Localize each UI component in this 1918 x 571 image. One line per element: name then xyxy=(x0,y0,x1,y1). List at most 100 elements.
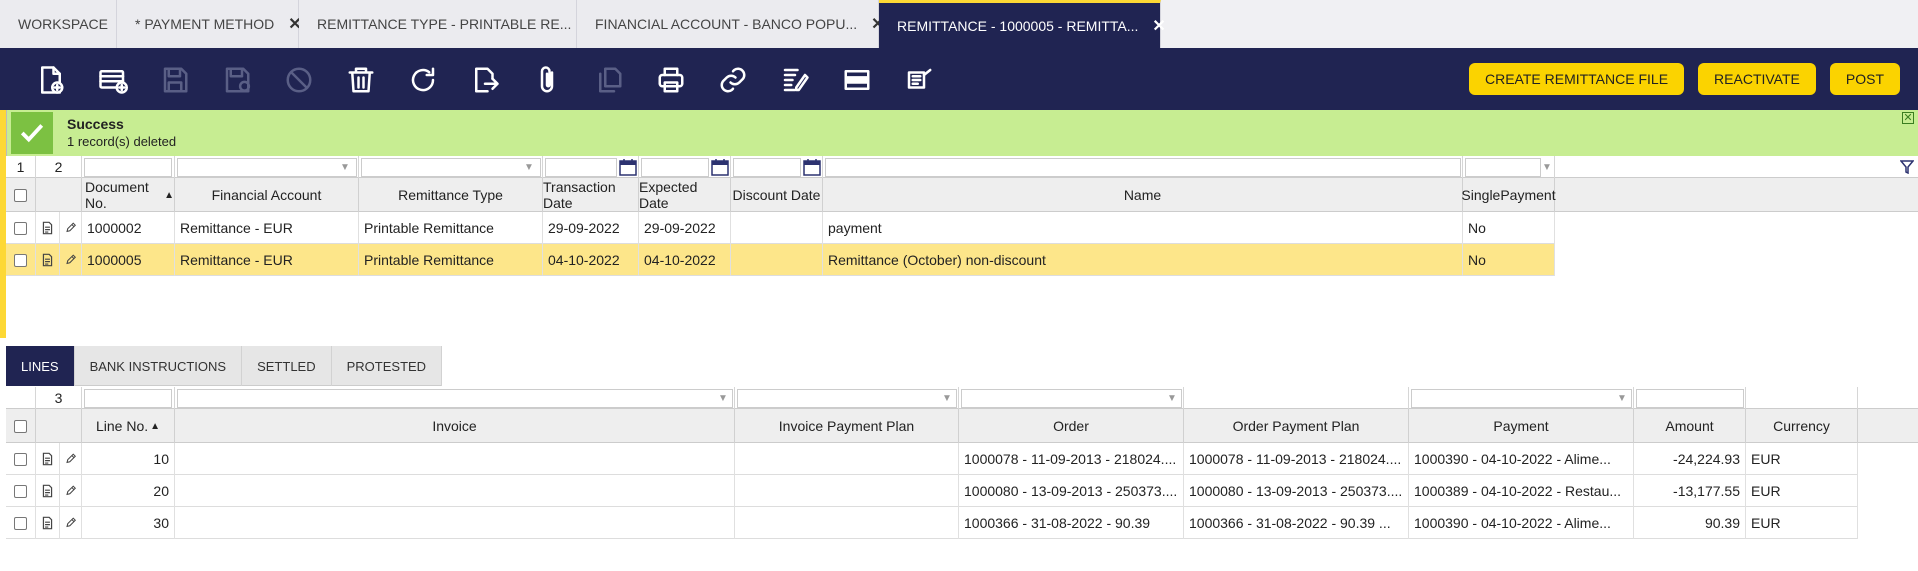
row-checkbox[interactable] xyxy=(14,484,27,498)
new-document-icon[interactable] xyxy=(20,50,82,110)
toggle-view-icon[interactable] xyxy=(826,50,888,110)
filter-amount[interactable] xyxy=(1636,389,1744,408)
save-icon[interactable] xyxy=(144,50,206,110)
tab-payment-method[interactable]: * PAYMENT METHOD ✕ xyxy=(117,0,302,48)
filter-document-no[interactable] xyxy=(84,158,172,177)
form-view-icon[interactable] xyxy=(36,507,60,539)
column-transaction-date[interactable]: Transaction Date xyxy=(543,178,639,212)
cell-remittance-type: Printable Remittance xyxy=(359,244,543,276)
filter-invoice-payment-plan[interactable] xyxy=(737,389,957,408)
table-row[interactable]: 30 1000366 - 31-08-2022 - 90.39 1000366 … xyxy=(6,507,1858,539)
table-row-selected[interactable]: 1000005 Remittance - EUR Printable Remit… xyxy=(6,244,1555,276)
reactivate-button[interactable]: REACTIVATE xyxy=(1698,63,1816,95)
column-invoice-payment-plan[interactable]: Invoice Payment Plan xyxy=(735,409,959,443)
tab-workspace[interactable]: WORKSPACE xyxy=(0,0,117,48)
notes-icon[interactable] xyxy=(888,50,950,110)
filter-financial-account[interactable] xyxy=(177,158,357,177)
tab-settled[interactable]: SETTLED xyxy=(242,346,332,386)
tab-remittance[interactable]: REMITTANCE - 1000005 - REMITTA... ✕ xyxy=(879,0,1166,48)
cell-order: 1000080 - 13-09-2013 - 250373.... xyxy=(959,475,1184,507)
column-name[interactable]: Name xyxy=(823,178,1463,212)
table-row[interactable]: 10 1000078 - 11-09-2013 - 218024.... 100… xyxy=(6,443,1858,475)
message-title: Success xyxy=(67,116,124,132)
select-all-checkbox[interactable] xyxy=(14,419,27,433)
filter-name[interactable] xyxy=(825,158,1461,177)
audit-icon[interactable] xyxy=(764,50,826,110)
chevron-down-icon[interactable]: ▼ xyxy=(939,389,955,407)
tab-lines[interactable]: LINES xyxy=(6,346,75,386)
attachment-icon[interactable] xyxy=(516,50,578,110)
row-checkbox[interactable] xyxy=(14,221,27,235)
filter-discount-date[interactable] xyxy=(733,158,801,177)
column-financial-account[interactable]: Financial Account xyxy=(175,178,359,212)
column-single-payment[interactable]: SinglePayment xyxy=(1461,178,1556,212)
chevron-down-icon[interactable]: ▼ xyxy=(1539,158,1555,176)
filter-payment[interactable] xyxy=(1411,389,1632,408)
close-icon[interactable]: ✕ xyxy=(1152,16,1165,36)
column-line-no[interactable]: Line No. ▲ xyxy=(82,409,175,443)
form-view-icon[interactable] xyxy=(36,475,60,507)
undo-icon[interactable] xyxy=(268,50,330,110)
filter-line-no[interactable] xyxy=(84,389,172,408)
record-count: 2 xyxy=(36,156,82,178)
filter-invoice[interactable] xyxy=(177,389,733,408)
cell-currency: EUR xyxy=(1746,443,1858,475)
tab-protested[interactable]: PROTESTED xyxy=(332,346,443,386)
column-expected-date[interactable]: Expected Date xyxy=(639,178,731,212)
delete-icon[interactable] xyxy=(330,50,392,110)
tab-bank-instructions[interactable]: BANK INSTRUCTIONS xyxy=(75,346,243,386)
column-order-payment-plan[interactable]: Order Payment Plan xyxy=(1184,409,1409,443)
refresh-icon[interactable] xyxy=(392,50,454,110)
calendar-icon[interactable] xyxy=(619,158,637,176)
export-icon[interactable] xyxy=(454,50,516,110)
cell-currency: EUR xyxy=(1746,475,1858,507)
chevron-down-icon[interactable]: ▼ xyxy=(1614,389,1630,407)
filter-order[interactable] xyxy=(961,389,1182,408)
column-currency[interactable]: Currency xyxy=(1746,409,1858,443)
chevron-down-icon[interactable]: ▼ xyxy=(1164,389,1180,407)
calendar-icon[interactable] xyxy=(711,158,729,176)
table-row[interactable]: 1000002 Remittance - EUR Printable Remit… xyxy=(6,212,1555,244)
column-invoice[interactable]: Invoice xyxy=(175,409,735,443)
chevron-down-icon[interactable]: ▼ xyxy=(715,389,731,407)
row-checkbox[interactable] xyxy=(14,516,27,530)
filter-expected-date[interactable] xyxy=(641,158,709,177)
column-payment[interactable]: Payment xyxy=(1409,409,1634,443)
post-button[interactable]: POST xyxy=(1829,63,1900,95)
edit-pencil-icon[interactable] xyxy=(60,244,82,276)
chevron-down-icon[interactable]: ▼ xyxy=(521,158,537,176)
filter-remittance-type[interactable] xyxy=(361,158,541,177)
tab-remittance-type[interactable]: REMITTANCE TYPE - PRINTABLE RE...✕ xyxy=(299,0,599,48)
new-row-icon[interactable] xyxy=(82,50,144,110)
cell-discount-date xyxy=(731,244,823,276)
form-view-icon[interactable] xyxy=(36,212,60,244)
save-close-icon[interactable] xyxy=(206,50,268,110)
filter-transaction-date[interactable] xyxy=(545,158,617,177)
link-icon[interactable] xyxy=(702,50,764,110)
row-checkbox[interactable] xyxy=(14,452,27,466)
edit-pencil-icon[interactable] xyxy=(60,475,82,507)
column-order[interactable]: Order xyxy=(959,409,1184,443)
column-amount[interactable]: Amount xyxy=(1634,409,1746,443)
filter-icon[interactable] xyxy=(1896,156,1918,178)
column-discount-date[interactable]: Discount Date xyxy=(731,178,823,212)
edit-pencil-icon[interactable] xyxy=(60,443,82,475)
row-checkbox[interactable] xyxy=(14,253,27,267)
print-icon[interactable] xyxy=(640,50,702,110)
edit-pencil-icon[interactable] xyxy=(60,212,82,244)
create-remittance-file-button[interactable]: CREATE REMITTANCE FILE xyxy=(1468,63,1685,95)
tab-financial-account[interactable]: FINANCIAL ACCOUNT - BANCO POPU... ✕ xyxy=(577,0,885,48)
filter-single-payment[interactable] xyxy=(1465,158,1541,177)
column-remittance-type[interactable]: Remittance Type xyxy=(359,178,543,212)
table-row[interactable]: 20 1000080 - 13-09-2013 - 250373.... 100… xyxy=(6,475,1858,507)
column-document-no[interactable]: Document No. ▲ xyxy=(82,178,175,212)
calendar-icon[interactable] xyxy=(803,158,821,176)
edit-pencil-icon[interactable] xyxy=(60,507,82,539)
select-all-checkbox[interactable] xyxy=(14,188,27,202)
chevron-down-icon[interactable]: ▼ xyxy=(337,158,353,176)
copy-icon[interactable] xyxy=(578,50,640,110)
selected-count: 1 xyxy=(6,156,36,178)
form-view-icon[interactable] xyxy=(36,244,60,276)
close-icon[interactable]: ✕ xyxy=(1902,112,1914,124)
form-view-icon[interactable] xyxy=(36,443,60,475)
